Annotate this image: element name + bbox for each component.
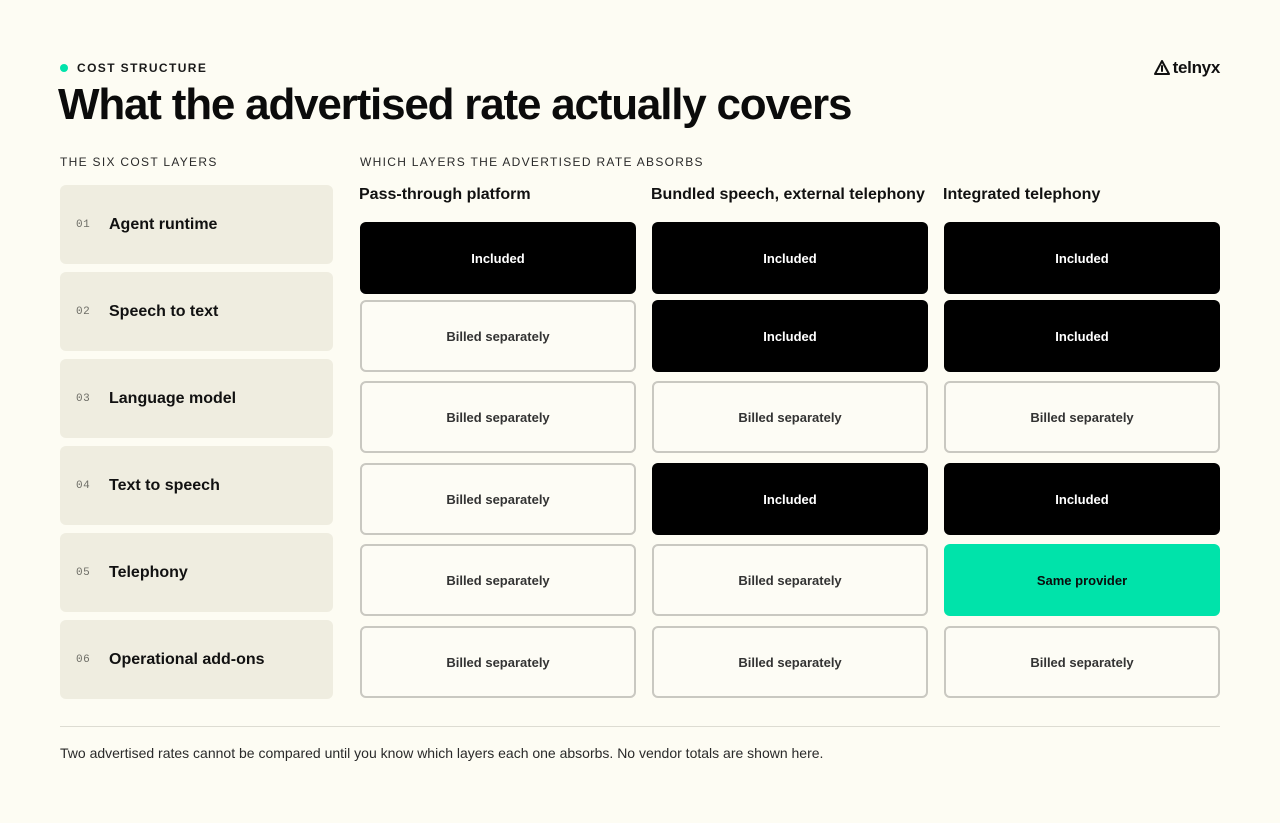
cost-layer-number: 04 xyxy=(76,479,91,492)
divider xyxy=(60,726,1220,727)
cost-layer-name: Telephony xyxy=(109,563,188,581)
cost-layer-number: 02 xyxy=(76,305,91,318)
cost-layer-item: 02 Speech to text xyxy=(60,272,333,351)
cost-layer-number: 03 xyxy=(76,392,91,405)
coverage-cell-included: Included xyxy=(652,300,928,372)
eyebrow-label: COST STRUCTURE xyxy=(77,61,208,75)
coverage-cell-billed: Billed separately xyxy=(652,626,928,698)
coverage-cell-included: Included xyxy=(360,222,636,294)
coverage-cell-billed: Billed separately xyxy=(944,381,1220,453)
cost-layer-item: 03 Language model xyxy=(60,359,333,438)
cost-layer-item: 01 Agent runtime xyxy=(60,185,333,264)
cost-layer-item: 04 Text to speech xyxy=(60,446,333,525)
column-header-pass-through: Pass-through platform xyxy=(359,186,531,203)
coverage-cell-billed: Billed separately xyxy=(944,626,1220,698)
cost-layer-name: Language model xyxy=(109,389,237,407)
coverage-cell-billed: Billed separately xyxy=(652,381,928,453)
accent-dot-icon xyxy=(60,64,68,72)
cost-layer-item: 06 Operational add-ons xyxy=(60,620,333,699)
coverage-cell-billed: Billed separately xyxy=(360,463,636,535)
coverage-cell-billed: Billed separately xyxy=(652,544,928,616)
coverage-cell-billed: Billed separately xyxy=(360,626,636,698)
cost-layer-name: Agent runtime xyxy=(109,215,218,233)
coverage-cell-billed: Billed separately xyxy=(360,381,636,453)
footnote: Two advertised rates cannot be compared … xyxy=(60,745,824,761)
coverage-cell-billed: Billed separately xyxy=(360,300,636,372)
coverage-cell-billed: Billed separately xyxy=(360,544,636,616)
coverage-cell-included: Included xyxy=(944,300,1220,372)
cost-layer-number: 05 xyxy=(76,566,91,579)
cost-layer-item: 05 Telephony xyxy=(60,533,333,612)
column-header-bundled-speech: Bundled speech, external telephony xyxy=(651,186,925,203)
coverage-cell-included: Included xyxy=(944,463,1220,535)
layers-section-label: THE SIX COST LAYERS xyxy=(60,155,218,169)
eyebrow: COST STRUCTURE xyxy=(60,60,207,76)
telnyx-logo-icon xyxy=(1153,60,1170,75)
telnyx-logo: telnyx xyxy=(1153,58,1221,78)
coverage-cell-same: Same provider xyxy=(944,544,1220,616)
coverage-cell-included: Included xyxy=(652,463,928,535)
cost-layer-number: 01 xyxy=(76,218,91,231)
cost-layer-name: Speech to text xyxy=(109,302,219,320)
coverage-cell-included: Included xyxy=(652,222,928,294)
logo-text: telnyx xyxy=(1172,58,1221,77)
cost-layer-number: 06 xyxy=(76,653,91,666)
column-header-integrated-telephony: Integrated telephony xyxy=(943,186,1101,203)
grid-section-label: WHICH LAYERS THE ADVERTISED RATE ABSORBS xyxy=(360,155,704,169)
cost-layer-name: Operational add-ons xyxy=(109,650,265,668)
page-title: What the advertised rate actually covers xyxy=(58,80,852,129)
page: COST STRUCTURE telnyx What the advertise… xyxy=(0,0,1280,823)
coverage-cell-included: Included xyxy=(944,222,1220,294)
cost-layer-name: Text to speech xyxy=(109,476,220,494)
